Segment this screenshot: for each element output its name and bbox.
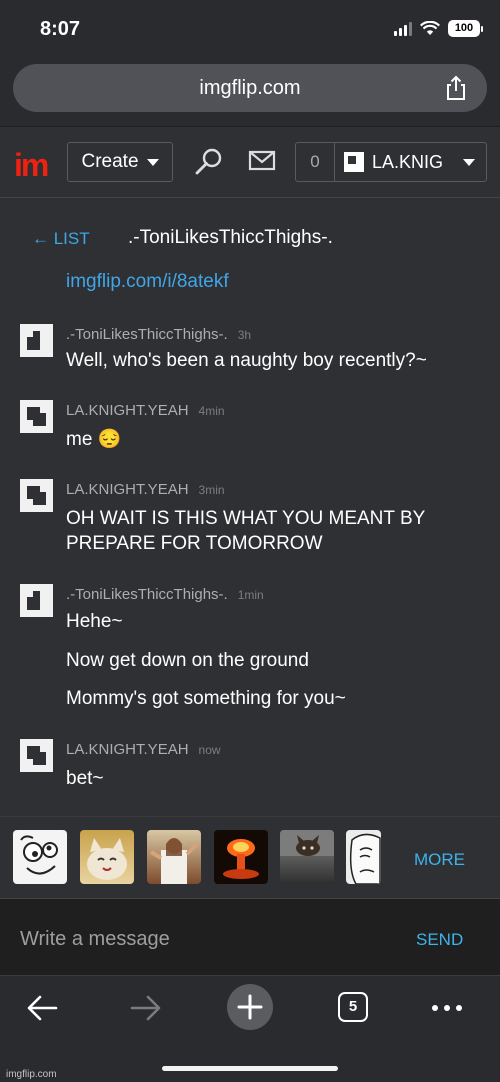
user-avatar[interactable] <box>20 739 53 772</box>
message-username[interactable]: LA.KNIGHT.YEAH <box>66 402 189 419</box>
ceiling-cat-meme-thumbnail[interactable] <box>280 830 334 884</box>
message-meta: LA.KNIGHT.YEAH 3min <box>66 481 225 498</box>
share-icon[interactable] <box>443 75 469 101</box>
message-text: Now get down on the ground <box>66 650 309 671</box>
back-to-list-link[interactable]: ← LIST <box>32 229 90 249</box>
message-text: PREPARE FOR TOMORROW <box>66 533 323 554</box>
chat-title: .-ToniLikesThiccThighs-. <box>128 227 333 248</box>
user-avatar[interactable] <box>20 400 53 433</box>
message-username[interactable]: .-ToniLikesThiccThighs-. <box>66 586 228 603</box>
message-text: Hehe~ <box>66 611 123 632</box>
happy-cat-meme-thumbnail[interactable] <box>80 830 134 884</box>
message-composer: Write a message SEND <box>0 898 500 975</box>
status-icons: 100 <box>394 20 483 37</box>
message-text: Mommy's got something for you~ <box>66 688 346 709</box>
imgflip-watermark: imgflip.com <box>6 1069 57 1080</box>
more-memes-button[interactable]: MORE <box>414 850 465 870</box>
forward-arrow-icon[interactable] <box>130 994 162 1022</box>
message-time: 4min <box>198 404 225 418</box>
chevron-down-icon <box>146 158 159 166</box>
user-avatar[interactable] <box>20 584 53 617</box>
status-time: 8:07 <box>40 18 81 40</box>
message-time: 3min <box>198 483 225 497</box>
url-text: imgflip.com <box>199 77 301 99</box>
message-username[interactable]: LA.KNIGHT.YEAH <box>66 481 189 498</box>
imgflip-logo[interactable]: im <box>14 147 49 184</box>
nuclear-explosion-meme-thumbnail[interactable] <box>214 830 268 884</box>
site-header: im Create 0 LA.KNIG <box>0 126 500 198</box>
message-meta: LA.KNIGHT.YEAH 4min <box>66 402 225 419</box>
message-text: bet~ <box>66 768 104 789</box>
more-options-icon[interactable] <box>430 994 464 1022</box>
message-meta: LA.KNIGHT.YEAH now <box>66 741 221 758</box>
new-tab-icon[interactable] <box>226 983 274 1031</box>
message-text: me 😔 <box>66 429 122 450</box>
browser-toolbar: 5 imgflip.com <box>0 975 500 1082</box>
message-text: OH WAIT IS THIS WHAT YOU MEANT BY <box>66 508 426 529</box>
user-menu-button[interactable]: LA.KNIG <box>334 142 487 182</box>
meme-template-strip: MORE <box>0 816 500 898</box>
tabs-count-button[interactable]: 5 <box>338 992 368 1022</box>
create-label: Create <box>81 151 139 172</box>
message-input[interactable]: Write a message <box>20 928 170 951</box>
previous-message-link[interactable]: imgflip.com/i/8atekf <box>66 271 229 293</box>
cellular-signal-icon <box>394 21 412 36</box>
username: LA.KNIG <box>372 151 444 172</box>
url-bar[interactable]: imgflip.com <box>13 64 487 112</box>
avatar <box>344 152 364 172</box>
user-avatar[interactable] <box>20 479 53 512</box>
message-time: now <box>198 743 221 757</box>
chevron-down-icon <box>463 158 476 166</box>
derp-meme-thumbnail[interactable] <box>13 830 67 884</box>
chat-area: ← LIST .-ToniLikesThiccThighs-. imgflip.… <box>0 199 500 816</box>
message-meta: .-ToniLikesThiccThighs-. 3h <box>66 326 251 343</box>
message-username[interactable]: LA.KNIGHT.YEAH <box>66 741 189 758</box>
notification-count[interactable]: 0 <box>295 142 335 182</box>
browser-chrome: 8:07 100 imgflip.com <box>0 0 500 126</box>
message-username[interactable]: .-ToniLikesThiccThighs-. <box>66 326 228 343</box>
battery-icon: 100 <box>448 20 483 37</box>
mail-icon[interactable] <box>248 149 276 173</box>
message-text: Well, who's been a naughty boy recently?… <box>66 350 427 371</box>
message-time: 1min <box>237 588 264 602</box>
send-button[interactable]: SEND <box>416 930 463 950</box>
wifi-icon <box>420 21 440 35</box>
message-meta: .-ToniLikesThiccThighs-. 1min <box>66 586 264 603</box>
okay-guy-meme-thumbnail[interactable] <box>346 830 381 884</box>
create-button[interactable]: Create <box>67 142 173 182</box>
home-indicator[interactable] <box>162 1066 338 1071</box>
search-icon[interactable] <box>194 147 224 177</box>
buddy-christ-meme-thumbnail[interactable] <box>147 830 201 884</box>
message-time: 3h <box>237 328 252 342</box>
user-avatar[interactable] <box>20 324 53 357</box>
chat-header: ← LIST .-ToniLikesThiccThighs-. <box>0 223 500 253</box>
back-arrow-icon[interactable] <box>26 994 58 1022</box>
